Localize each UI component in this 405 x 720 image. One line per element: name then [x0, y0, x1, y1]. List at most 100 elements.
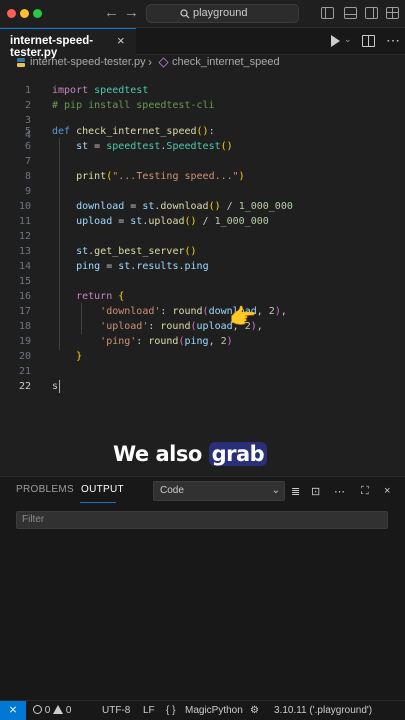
back-arrow-icon[interactable]: ←: [104, 4, 119, 22]
search-text: playground: [193, 7, 248, 19]
warning-icon: [53, 705, 64, 714]
code-line: 11 upload = st.upload() / 1_000_000: [0, 214, 405, 229]
code-line: 21: [0, 364, 405, 379]
line-number: 19: [18, 336, 31, 347]
remote-indicator-icon[interactable]: ⨯: [0, 701, 26, 720]
status-bar: ⨯ 0 0 UTF-8 LF { } MagicPython ⚙ 3.10.11…: [0, 700, 405, 720]
toggle-panel-icon[interactable]: [344, 7, 357, 19]
tab-problems[interactable]: PROBLEMS: [16, 484, 74, 495]
text-cursor: [59, 379, 61, 393]
warning-count: 0: [65, 705, 72, 716]
error-icon: [33, 705, 42, 714]
breadcrumb: internet-speed-tester.py › check_interne…: [0, 55, 405, 72]
code-line: 14 ping = st.results.ping: [0, 259, 405, 274]
video-caption: We also grab: [113, 440, 268, 468]
code-line: 9: [0, 184, 405, 199]
line-number: 7: [24, 156, 31, 167]
language-status[interactable]: MagicPython: [185, 705, 243, 716]
output-channel-select[interactable]: Code ⌄: [153, 481, 285, 501]
code-line: 13 st.get_best_server(): [0, 244, 405, 259]
error-count: 0: [44, 705, 51, 716]
code-line: 15: [0, 274, 405, 289]
line-number: 10: [18, 201, 31, 212]
maximize-window-button[interactable]: [33, 9, 42, 18]
line-number: 1: [24, 85, 31, 96]
line-number: 14: [18, 261, 31, 272]
toggle-secondary-sidebar-icon[interactable]: [365, 7, 378, 19]
split-editor-icon[interactable]: [362, 35, 375, 47]
clear-output-icon[interactable]: ≣: [291, 485, 300, 498]
code-line-active: 22 s: [0, 379, 405, 394]
line-number: 18: [18, 321, 31, 332]
code-line: 16 return {: [0, 289, 405, 304]
run-icon[interactable]: [331, 35, 340, 47]
code-line: 12: [0, 229, 405, 244]
interpreter-status[interactable]: 3.10.11 ('.playground'): [274, 705, 372, 716]
line-number: 5: [24, 126, 31, 137]
python-file-icon: [17, 58, 25, 67]
close-tab-icon[interactable]: ×: [117, 33, 125, 48]
line-number: 22: [18, 381, 31, 392]
minimize-window-button[interactable]: [20, 9, 29, 18]
close-panel-icon[interactable]: ×: [384, 485, 390, 497]
breadcrumb-symbol[interactable]: check_internet_speed: [172, 56, 280, 68]
maximize-panel-icon[interactable]: ⛶: [361, 485, 369, 498]
toggle-primary-sidebar-icon[interactable]: [321, 7, 334, 19]
symbol-method-icon: [158, 57, 169, 68]
filter-input[interactable]: Filter: [16, 511, 388, 529]
title-bar: ← → playground: [0, 0, 405, 28]
problems-status[interactable]: 0 0: [33, 705, 71, 716]
line-number: 9: [24, 186, 31, 197]
eol-status[interactable]: LF: [143, 705, 155, 716]
code-line: 8 print("...Testing speed..."): [0, 169, 405, 184]
line-number: 13: [18, 246, 31, 257]
chevron-down-icon: ⌄: [271, 485, 280, 496]
line-number: 2: [24, 100, 31, 111]
code-line: 10 download = st.download() / 1_000_000: [0, 199, 405, 214]
line-number: 11: [18, 216, 31, 227]
command-center-search[interactable]: playground: [146, 4, 299, 23]
more-actions-icon[interactable]: ⋯: [334, 485, 345, 498]
active-tab-indicator: [80, 502, 116, 503]
bottom-panel: PROBLEMS OUTPUT Code ⌄ ≣ ⊡ ⋯ ⛶ × Filter: [0, 476, 405, 700]
editor-tab[interactable]: internet-speed-tester.py ×: [0, 28, 136, 59]
forward-arrow-icon[interactable]: →: [124, 4, 139, 22]
caption-text: We also: [113, 442, 209, 466]
lock-scroll-icon[interactable]: ⊡: [311, 485, 320, 498]
chevron-down-icon[interactable]: ⌄: [344, 34, 352, 45]
search-icon: [180, 9, 190, 19]
more-actions-icon[interactable]: ⋯: [386, 32, 400, 49]
line-number: 16: [18, 291, 31, 302]
code-line: 1 import speedtest: [0, 83, 405, 98]
customize-layout-icon[interactable]: [386, 7, 399, 19]
output-channel-value: Code: [160, 485, 184, 496]
code-line: 2 # pip install speedtest-cli: [0, 98, 405, 113]
code-line: 5 def check_internet_speed():: [0, 124, 405, 139]
close-window-button[interactable]: [7, 9, 16, 18]
line-number: 12: [18, 231, 31, 242]
line-number: 20: [18, 351, 31, 362]
line-number: 8: [24, 171, 31, 182]
language-icon: { }: [166, 705, 176, 716]
pointing-hand-emoji: 👉: [229, 305, 257, 330]
code-editor[interactable]: 1 import speedtest 2 # pip install speed…: [0, 72, 405, 476]
code-line: 20 }: [0, 349, 405, 364]
line-number: 17: [18, 306, 31, 317]
tab-output[interactable]: OUTPUT: [81, 484, 124, 495]
python-icon: ⚙: [250, 705, 259, 716]
code-line: 17 'download': round(download, 2),: [0, 304, 405, 319]
line-number: 21: [18, 366, 31, 377]
code-line: 6 st = speedtest.Speedtest(): [0, 139, 405, 154]
breadcrumb-file[interactable]: internet-speed-tester.py: [30, 56, 146, 68]
code-line: 18 'upload': round(upload, 2),: [0, 319, 405, 334]
filter-placeholder: Filter: [22, 514, 45, 525]
line-number: 15: [18, 276, 31, 287]
code-line: 7: [0, 154, 405, 169]
editor-tab-bar: internet-speed-tester.py × ⌄ ⋯: [0, 28, 405, 59]
breadcrumb-separator: ›: [148, 55, 152, 69]
caption-highlight: grab: [208, 442, 268, 466]
code-line: 19 'ping': round(ping, 2): [0, 334, 405, 349]
typed-text: s: [52, 381, 59, 392]
encoding-status[interactable]: UTF-8: [102, 705, 130, 716]
line-number: 6: [24, 141, 31, 152]
